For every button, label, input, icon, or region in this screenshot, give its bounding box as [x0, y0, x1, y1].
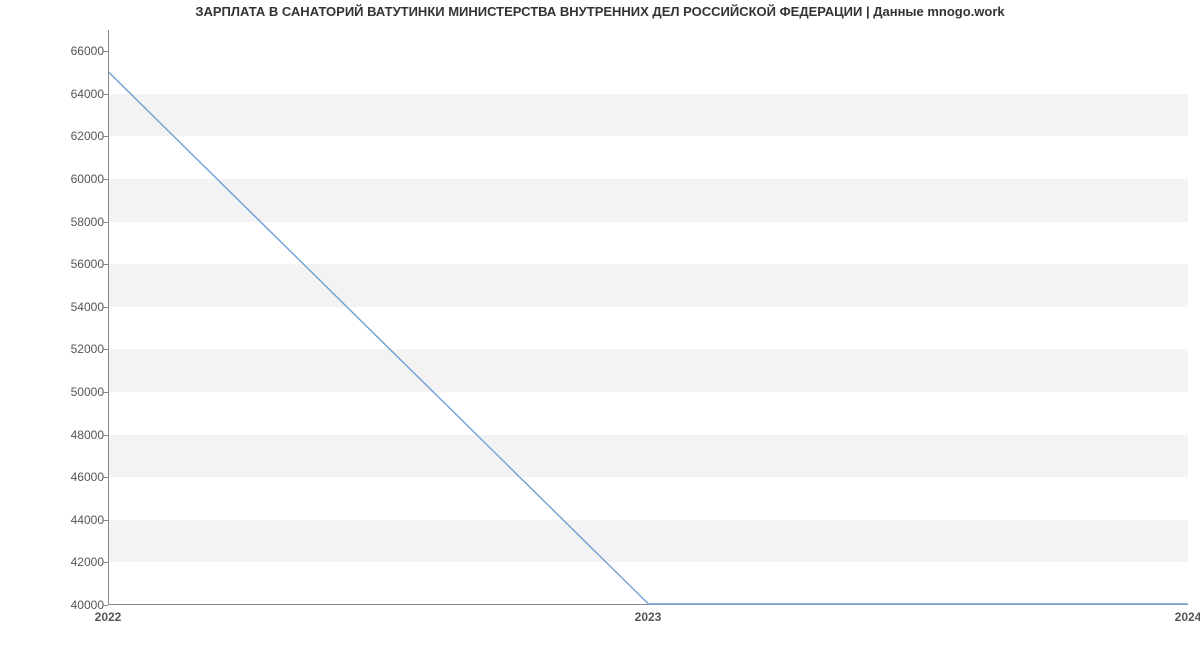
y-tick-label: 66000 [44, 44, 104, 58]
y-tick-label: 58000 [44, 215, 104, 229]
plot-region [108, 30, 1188, 605]
y-tick-label: 54000 [44, 300, 104, 314]
x-tick-label: 2022 [95, 610, 122, 624]
y-tick-label: 52000 [44, 342, 104, 356]
y-tick-mark [103, 136, 108, 137]
y-tick-label: 60000 [44, 172, 104, 186]
y-tick-label: 50000 [44, 385, 104, 399]
chart-plot-area [108, 30, 1188, 605]
y-tick-mark [103, 562, 108, 563]
y-tick-label: 42000 [44, 555, 104, 569]
y-tick-mark [103, 264, 108, 265]
y-tick-label: 46000 [44, 470, 104, 484]
y-tick-label: 56000 [44, 257, 104, 271]
x-tick-label: 2023 [635, 610, 662, 624]
y-tick-mark [103, 435, 108, 436]
x-tick-label: 2024 [1175, 610, 1200, 624]
y-tick-mark [103, 349, 108, 350]
chart-title: ЗАРПЛАТА В САНАТОРИЙ ВАТУТИНКИ МИНИСТЕРС… [0, 4, 1200, 19]
y-tick-mark [103, 222, 108, 223]
y-tick-label: 64000 [44, 87, 104, 101]
y-tick-mark [103, 94, 108, 95]
y-tick-mark [103, 51, 108, 52]
y-tick-mark [103, 392, 108, 393]
y-tick-mark [103, 307, 108, 308]
y-tick-mark [103, 520, 108, 521]
y-tick-label: 48000 [44, 428, 104, 442]
line-series [109, 30, 1188, 604]
y-tick-mark [103, 477, 108, 478]
y-tick-mark [103, 179, 108, 180]
y-tick-label: 44000 [44, 513, 104, 527]
data-line [109, 73, 1188, 604]
y-tick-mark [103, 605, 108, 606]
y-tick-label: 62000 [44, 129, 104, 143]
